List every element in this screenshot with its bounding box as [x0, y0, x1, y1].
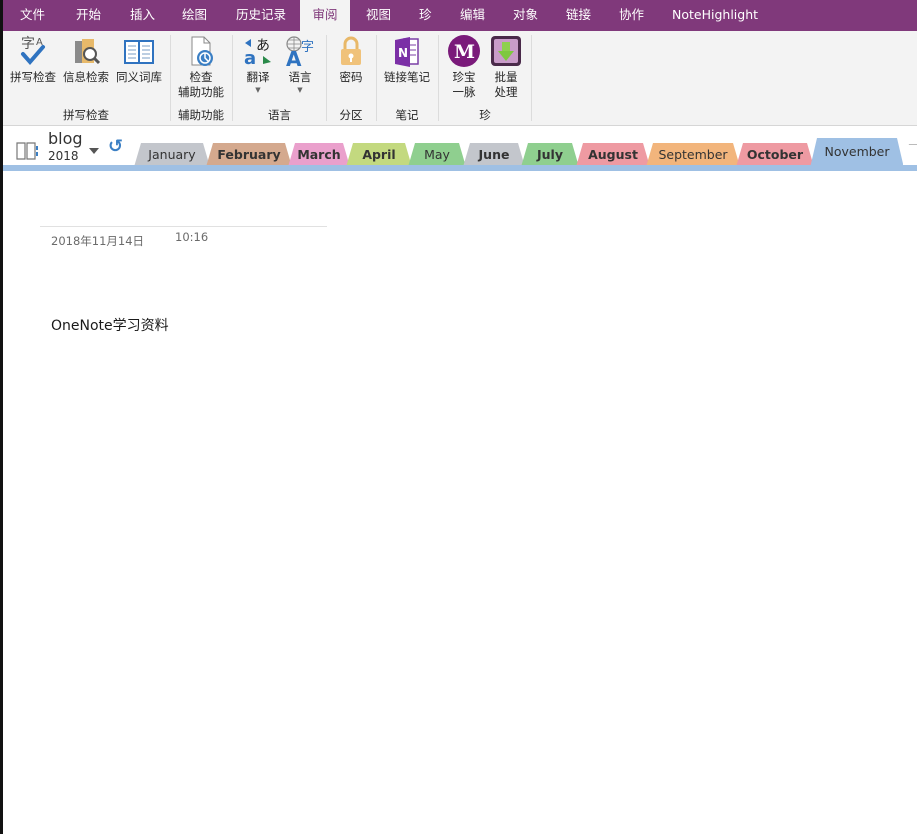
svg-text:字: 字 — [21, 36, 35, 52]
section-tab-september[interactable]: September — [646, 143, 740, 167]
thesaurus-label: 同义词库 — [116, 70, 162, 84]
svg-text:字: 字 — [301, 40, 314, 55]
window-edge — [0, 0, 3, 834]
group-separator — [232, 35, 233, 121]
group-separator — [531, 35, 532, 121]
research-button[interactable]: 信息检索 — [61, 34, 111, 85]
tab-review[interactable]: 审阅 — [300, 0, 350, 31]
password-label: 密码 — [339, 70, 363, 84]
note-body-text[interactable]: OneNote学习资料 — [51, 315, 169, 335]
group-separator — [376, 35, 377, 121]
notebook-dropdown-icon[interactable] — [89, 148, 99, 154]
accessibility-check-label-1: 检查 — [189, 70, 213, 84]
accessibility-check-button[interactable]: 检查 辅助功能 — [175, 34, 227, 100]
section-tab-march[interactable]: March — [288, 143, 350, 167]
section-tab-may[interactable]: May — [408, 143, 466, 167]
research-icon — [69, 34, 103, 68]
batch-process-label-2: 处理 — [494, 85, 518, 99]
section-tab-april[interactable]: April — [346, 143, 412, 167]
group-label-zhen: 珍 — [479, 108, 491, 122]
section-tab-august[interactable]: August — [576, 143, 650, 167]
onenote-icon: N — [390, 34, 424, 68]
svg-text:あ: あ — [256, 38, 270, 54]
language-dropdown-icon[interactable]: ▼ — [281, 85, 319, 95]
title-underline — [40, 226, 327, 227]
spell-check-icon: 字 A — [16, 34, 50, 68]
tab-edit[interactable]: 编辑 — [450, 0, 495, 31]
section-tab-october[interactable]: October — [736, 143, 814, 167]
language-icon: A 字 — [283, 34, 317, 71]
spell-check-button[interactable]: 字 A 拼写检查 — [8, 34, 58, 85]
page-time: 10:16 — [175, 230, 209, 244]
batch-process-button[interactable]: 批量 处理 — [487, 34, 525, 100]
back-to-parent-icon[interactable]: ↺ — [108, 136, 123, 157]
svg-text:A: A — [286, 47, 302, 68]
batch-process-label-1: 批量 — [494, 70, 518, 84]
tab-file[interactable]: 文件 — [10, 0, 55, 31]
notebook-icon[interactable] — [16, 142, 38, 160]
group-label-language: 语言 — [268, 108, 291, 122]
section-tab-january[interactable]: January — [134, 143, 210, 167]
group-label-section: 分区 — [339, 108, 363, 122]
svg-text:a: a — [244, 48, 256, 68]
zhenbao-label-1: 珍宝 — [452, 70, 476, 84]
zhenbao-button[interactable]: M 珍宝 一脉 — [445, 34, 483, 100]
translate-button[interactable]: a あ 翻译 ▼ — [240, 34, 276, 95]
translate-label: 翻译 — [246, 70, 270, 84]
translate-dropdown-icon[interactable]: ▼ — [240, 85, 276, 95]
tab-collaborate[interactable]: 协作 — [609, 0, 654, 31]
tab-draw[interactable]: 绘图 — [172, 0, 217, 31]
group-separator — [438, 35, 439, 121]
password-button[interactable]: 密码 — [333, 34, 369, 85]
spell-check-label: 拼写检查 — [10, 70, 56, 84]
svg-text:M: M — [454, 41, 475, 63]
language-button[interactable]: A 字 语言 ▼ — [281, 34, 319, 95]
tab-zhen[interactable]: 珍 — [409, 0, 442, 31]
svg-text:N: N — [398, 46, 408, 60]
lock-icon — [334, 34, 368, 68]
m-logo-icon: M — [447, 34, 481, 68]
group-label-proofing: 拼写检查 — [63, 108, 109, 122]
group-separator — [326, 35, 327, 121]
group-label-notes: 笔记 — [395, 108, 419, 122]
group-separator — [170, 35, 171, 121]
tab-history[interactable]: 历史记录 — [226, 0, 296, 31]
tab-notehighlight[interactable]: NoteHighlight — [662, 0, 768, 31]
section-tab-february[interactable]: February — [206, 143, 292, 167]
linked-notes-label: 链接笔记 — [384, 70, 430, 84]
linked-notes-button[interactable]: N 链接笔记 — [381, 34, 433, 85]
section-group-name[interactable]: 2018 — [48, 149, 79, 163]
thesaurus-button[interactable]: 同义词库 — [114, 34, 164, 85]
language-label: 语言 — [288, 70, 312, 84]
research-label: 信息检索 — [63, 70, 109, 84]
section-tab-june[interactable]: June — [463, 143, 525, 167]
tab-insert[interactable]: 插入 — [120, 0, 165, 31]
page-date: 2018年11月14日 — [51, 234, 145, 248]
tab-home[interactable]: 开始 — [66, 0, 111, 31]
group-label-accessibility: 辅助功能 — [178, 108, 224, 122]
tab-link[interactable]: 链接 — [556, 0, 601, 31]
notebook-navigation-bar: blog 2018 ↺ January February March April… — [0, 126, 917, 168]
ribbon-tab-bar: 文件 开始 插入 绘图 历史记录 审阅 视图 珍 编辑 对象 链接 协作 Not… — [0, 0, 917, 31]
tab-view[interactable]: 视图 — [356, 0, 401, 31]
zhenbao-label-2: 一脉 — [452, 85, 476, 99]
translate-icon: a あ — [241, 34, 275, 69]
section-color-bar — [0, 165, 917, 171]
accessibility-check-icon — [184, 34, 218, 68]
notebook-name[interactable]: blog — [48, 129, 83, 148]
batch-download-icon — [489, 34, 523, 68]
tab-object[interactable]: 对象 — [503, 0, 548, 31]
ribbon: 字 A 拼写检查 信息检索 同义词库 拼写检查 检查 辅助功能 辅助功能 a あ… — [0, 31, 917, 126]
section-tab-july[interactable]: July — [521, 143, 579, 167]
thesaurus-icon — [122, 34, 156, 68]
section-tab-november[interactable]: November — [810, 138, 904, 168]
accessibility-check-label-2: 辅助功能 — [178, 85, 224, 99]
